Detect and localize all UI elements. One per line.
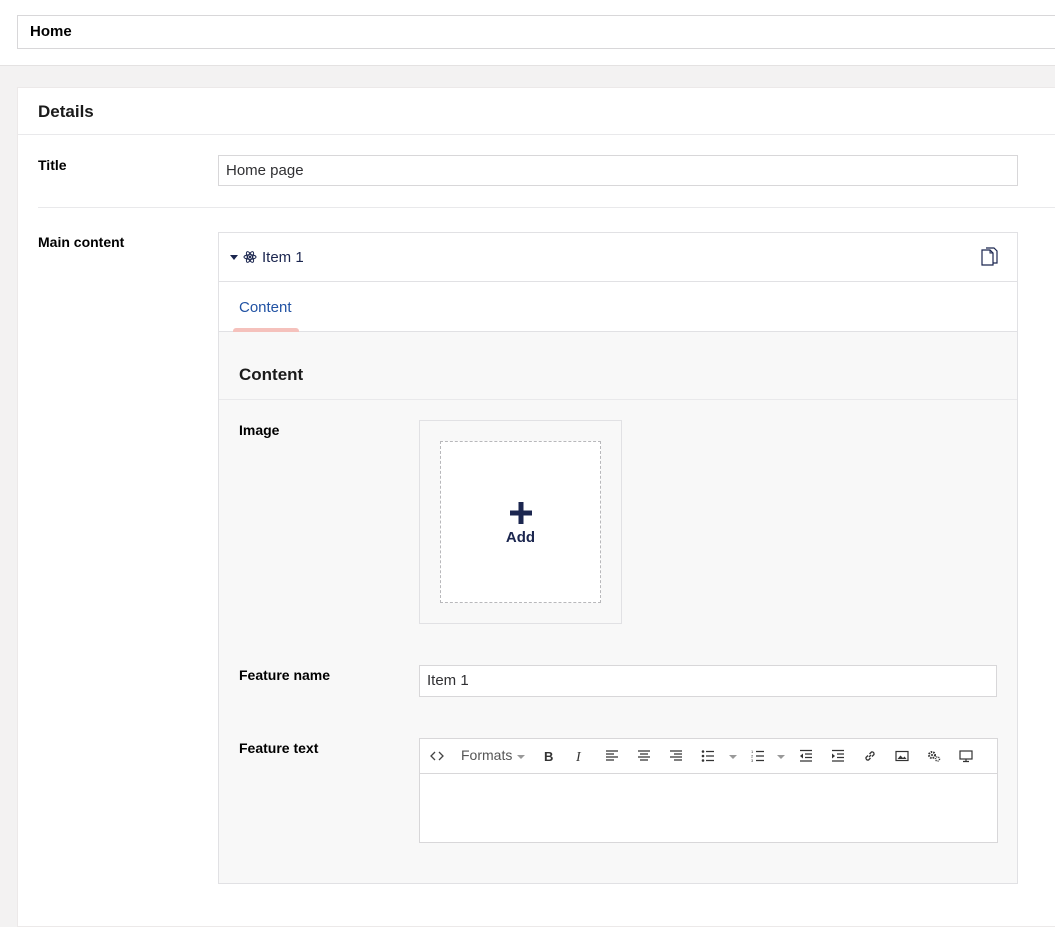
embed-monitor-icon[interactable] bbox=[959, 749, 973, 763]
numbered-list-icon[interactable]: 123 bbox=[751, 749, 765, 763]
divider bbox=[18, 134, 1055, 135]
editor-toolbar: Formats B I 1 2 3 bbox=[420, 739, 997, 774]
block-list-item: Item 1 Content Content Image Add Feature… bbox=[218, 232, 1018, 884]
bold-icon[interactable]: B bbox=[541, 749, 555, 763]
main-content-label: Main content bbox=[38, 234, 125, 250]
macro-gear-icon[interactable] bbox=[927, 749, 941, 763]
chevron-down-icon[interactable] bbox=[777, 755, 785, 759]
align-left-icon[interactable] bbox=[605, 749, 619, 763]
block-tabs: Content bbox=[219, 282, 1017, 332]
image-picker: Add bbox=[419, 420, 622, 624]
link-icon[interactable] bbox=[863, 749, 877, 763]
image-icon[interactable] bbox=[895, 749, 909, 763]
group-title: Content bbox=[239, 365, 304, 384]
add-image-button[interactable]: Add bbox=[440, 441, 601, 603]
formats-dropdown[interactable]: Formats bbox=[461, 747, 512, 763]
chevron-down-icon[interactable] bbox=[517, 755, 525, 759]
title-input[interactable]: Home page bbox=[218, 155, 1018, 186]
divider bbox=[38, 207, 1055, 208]
feature-text-label: Feature text bbox=[239, 740, 319, 756]
copy-icon[interactable] bbox=[980, 247, 998, 267]
panel-title: Details bbox=[38, 102, 94, 121]
italic-icon[interactable]: I bbox=[573, 749, 587, 763]
block-name[interactable]: Item 1 bbox=[262, 249, 304, 266]
feature-name-label: Feature name bbox=[239, 667, 331, 683]
tab-content[interactable]: Content bbox=[239, 299, 292, 316]
source-code-icon[interactable] bbox=[430, 749, 444, 763]
svg-text:3: 3 bbox=[751, 758, 754, 763]
atom-icon bbox=[243, 251, 257, 263]
active-tab-indicator bbox=[233, 328, 299, 332]
divider bbox=[219, 399, 1017, 400]
chevron-down-icon[interactable] bbox=[230, 255, 238, 260]
add-label: Add bbox=[505, 529, 536, 546]
editor-body[interactable] bbox=[420, 775, 997, 842]
feature-name-input[interactable]: Item 1 bbox=[419, 665, 997, 697]
image-label: Image bbox=[239, 422, 280, 438]
rich-text-editor: Formats B I 1 2 3 bbox=[419, 738, 998, 843]
align-right-icon[interactable] bbox=[669, 749, 683, 763]
node-name-input[interactable]: Home bbox=[17, 15, 1055, 49]
svg-text:B: B bbox=[544, 749, 553, 763]
outdent-icon[interactable] bbox=[799, 749, 813, 763]
plus-icon bbox=[510, 502, 532, 524]
content-header: Home bbox=[0, 0, 1055, 66]
align-center-icon[interactable] bbox=[637, 749, 651, 763]
block-header[interactable]: Item 1 bbox=[219, 233, 1017, 282]
details-panel: Details Title Home page Main content Ite… bbox=[17, 87, 1055, 927]
chevron-down-icon[interactable] bbox=[729, 755, 737, 759]
title-label: Title bbox=[38, 157, 67, 173]
bullet-list-icon[interactable] bbox=[701, 749, 715, 763]
svg-text:I: I bbox=[575, 750, 582, 763]
indent-icon[interactable] bbox=[831, 749, 845, 763]
